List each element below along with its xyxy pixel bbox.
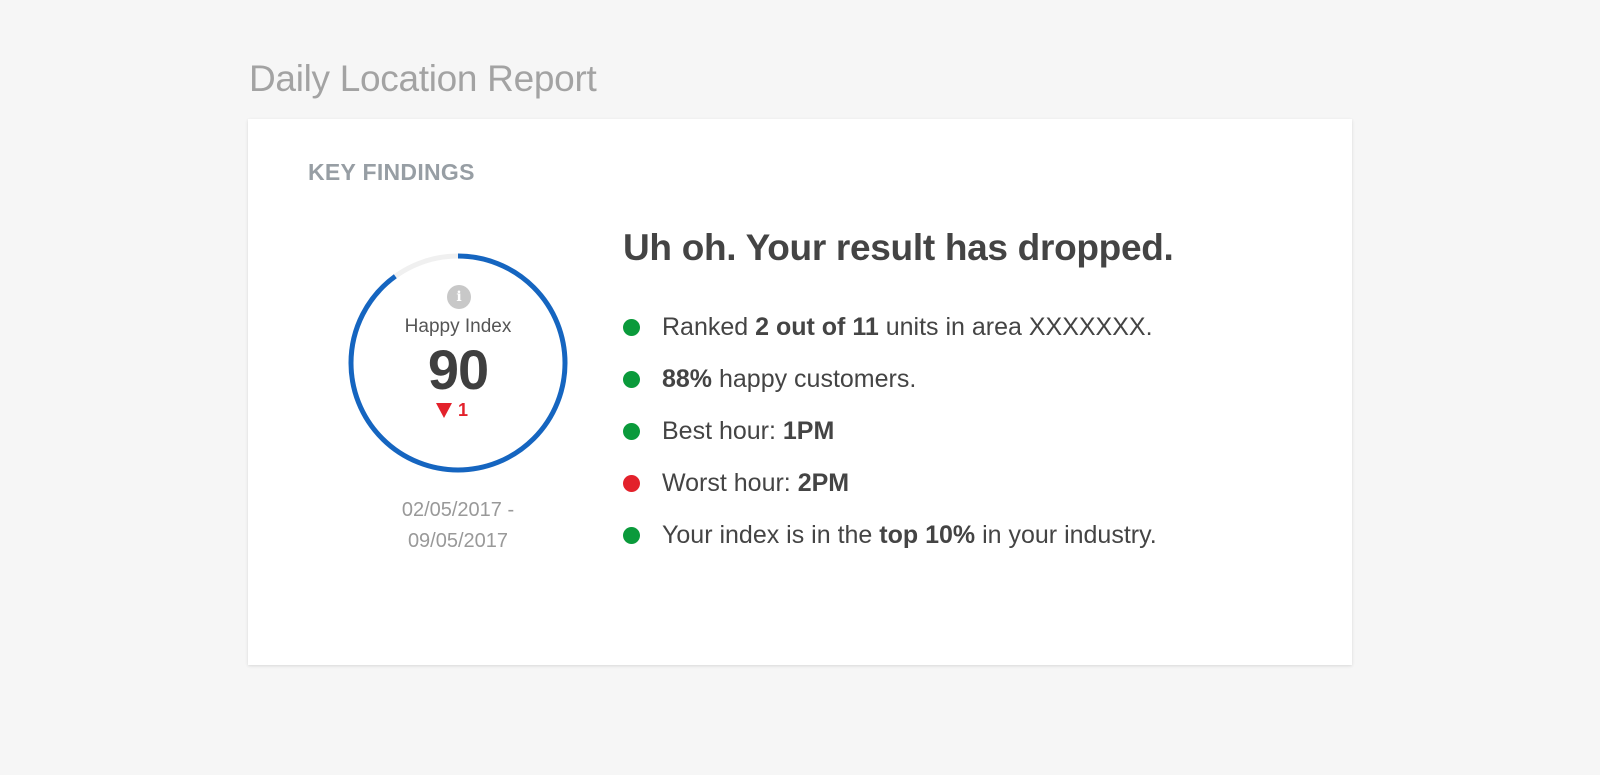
finding-text: Your index is in the top 10% in your ind… [662, 520, 1157, 549]
findings-list: Ranked 2 out of 11 units in area XXXXXXX… [623, 301, 1157, 561]
gauge-value: 90 [427, 338, 489, 401]
finding-text: Ranked 2 out of 11 units in area XXXXXXX… [662, 312, 1153, 341]
gauge-label: Happy Index [404, 316, 512, 337]
page-title: Daily Location Report [249, 58, 597, 99]
status-dot [623, 370, 640, 388]
happy-index-gauge: i Happy Index 90 1 [348, 253, 568, 473]
down-triangle-icon [436, 402, 452, 418]
finding-item: Your index is in the top 10% in your ind… [623, 509, 1157, 561]
finding-text: Worst hour: 2PM [662, 468, 850, 497]
finding-item: Ranked 2 out of 11 units in area XXXXXXX… [623, 301, 1157, 353]
finding-text: Best hour: 1PM [662, 416, 835, 445]
key-findings-card: KEY FINDINGS i Happy Index 90 1 02/05/20… [248, 119, 1352, 665]
gauge-delta-value: 1 [458, 399, 469, 420]
finding-text: 88% happy customers. [662, 364, 917, 393]
section-label: KEY FINDINGS [308, 159, 475, 185]
finding-item: Worst hour: 2PM [623, 457, 1157, 509]
gauge-content: i Happy Index 90 1 [348, 253, 568, 473]
status-dot [623, 474, 640, 492]
status-dot [623, 422, 640, 440]
info-icon[interactable]: i [447, 285, 471, 309]
date-range-end: 09/05/2017 [407, 530, 509, 552]
gauge-delta: 1 [436, 400, 468, 420]
finding-item: Best hour: 1PM [623, 405, 1157, 457]
status-dot [623, 526, 640, 544]
finding-item: 88% happy customers. [623, 353, 1157, 405]
date-range: 02/05/2017 - 09/05/2017 [358, 495, 558, 557]
date-range-start: 02/05/2017 - [401, 499, 515, 521]
headline: Uh oh. Your result has dropped. [623, 227, 1174, 268]
status-dot [623, 318, 640, 336]
